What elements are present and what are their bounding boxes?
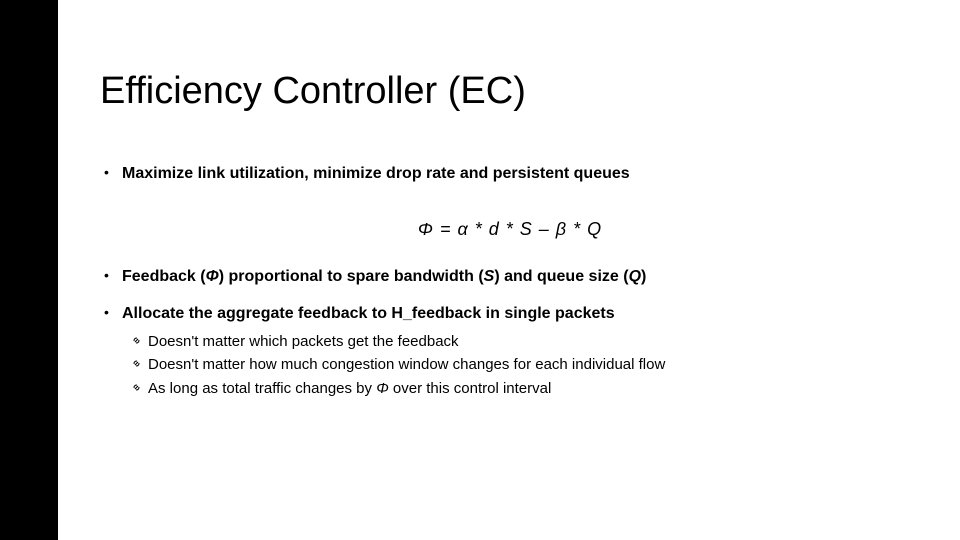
bullet-list: Maximize link utilization, minimize drop…	[100, 163, 920, 185]
b2-phi: Φ	[206, 268, 219, 285]
sub-item-b: Doesn't matter how much congestion windo…	[130, 354, 920, 377]
b2-p3: to spare bandwidth (	[323, 268, 484, 285]
formula-mid2: * Q	[567, 219, 602, 239]
sub-b-text: Doesn't matter how much congestion windo…	[148, 356, 665, 373]
sub-item-a: Doesn't matter which packets get the fee…	[130, 331, 920, 354]
bullet-3-text: Allocate the aggregate feedback to H_fee…	[122, 305, 615, 322]
sub-c-p2: over this control interval	[389, 380, 552, 397]
bullet-list-2: Feedback (Φ) proportional to spare bandw…	[100, 266, 920, 401]
sub-c-p1: As long as total traffic changes by	[148, 380, 376, 397]
bullet-1-text: Maximize link utilization, minimize drop…	[122, 165, 630, 182]
slide-title: Efficiency Controller (EC)	[100, 70, 920, 113]
b2-s: S	[484, 268, 495, 285]
b2-p4: ) and queue size (	[494, 268, 628, 285]
formula-alpha: α	[457, 219, 468, 239]
formula: Φ = α * d * S – β * Q	[100, 219, 920, 240]
link-icon	[130, 357, 143, 370]
formula-mid1: * d * S –	[469, 219, 556, 239]
b2-q: Q	[629, 268, 641, 285]
formula-beta: β	[556, 219, 567, 239]
bullet-item-2: Feedback (Φ) proportional to spare bandw…	[100, 266, 920, 288]
b2-p5: )	[641, 268, 646, 285]
b2-prop: proportional	[229, 268, 323, 285]
b2-p2: )	[219, 268, 229, 285]
slide: Efficiency Controller (EC) Maximize link…	[0, 0, 960, 540]
slide-content: Efficiency Controller (EC) Maximize link…	[100, 70, 920, 422]
link-icon	[130, 381, 143, 394]
bullet-item-1: Maximize link utilization, minimize drop…	[100, 163, 920, 185]
side-strip	[0, 0, 58, 540]
sub-list: Doesn't matter which packets get the fee…	[130, 331, 920, 401]
b2-p1: Feedback (	[122, 268, 206, 285]
sub-c-phi: Φ	[376, 380, 389, 397]
formula-eq: =	[434, 219, 458, 239]
sub-item-c: As long as total traffic changes by Φ ov…	[130, 378, 920, 401]
formula-phi: Φ	[418, 219, 434, 239]
sub-a-text: Doesn't matter which packets get the fee…	[148, 333, 459, 350]
link-icon	[130, 334, 143, 347]
bullet-item-3: Allocate the aggregate feedback to H_fee…	[100, 303, 920, 400]
